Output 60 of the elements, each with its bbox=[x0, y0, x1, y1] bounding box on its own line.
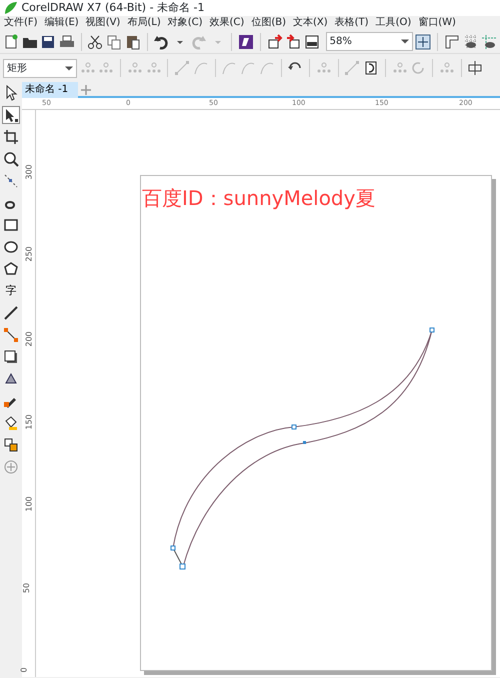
ruler-label: 150 bbox=[26, 414, 34, 430]
menu-item[interactable]: 对象(C) bbox=[164, 16, 206, 30]
chevron-icon bbox=[400, 39, 409, 44]
menu-item[interactable]: 位图(B) bbox=[247, 16, 289, 30]
curve-node-icon[interactable] bbox=[258, 60, 275, 76]
app-launcher-icon[interactable] bbox=[238, 34, 254, 50]
curve-node-icon[interactable] bbox=[192, 60, 209, 76]
canvas-text: 百度ID：sunnyMelody夏 bbox=[142, 186, 376, 210]
fill-icon[interactable] bbox=[3, 415, 19, 431]
window-title: CorelDRAW X7 (64-Bit) - 未命名 -1 bbox=[22, 0, 205, 16]
object-type-dropdown[interactable]: 矩形 bbox=[2, 58, 77, 78]
connector-icon[interactable] bbox=[3, 327, 19, 343]
align-nodes-icon[interactable] bbox=[467, 60, 484, 76]
app-icon bbox=[2, 0, 19, 16]
guidelines-icon[interactable] bbox=[481, 34, 498, 50]
save-icon[interactable] bbox=[40, 34, 56, 50]
menu-item[interactable]: 布局(L) bbox=[123, 16, 164, 30]
ruler-label: 100 bbox=[26, 496, 34, 512]
ruler-label: 0 bbox=[20, 667, 29, 673]
ruler-label: 300 bbox=[26, 164, 34, 180]
grid-icon[interactable] bbox=[462, 34, 479, 50]
drop-shadow-icon[interactable] bbox=[3, 349, 19, 365]
ruler-label: 50 bbox=[23, 582, 32, 594]
shape-tool-icon[interactable] bbox=[3, 107, 19, 123]
smart-fill-icon[interactable] bbox=[3, 437, 19, 453]
text-tool[interactable]: 字 bbox=[2, 282, 20, 300]
menu-item[interactable]: 效果(C) bbox=[206, 16, 248, 30]
menu-item[interactable]: 文件(F) bbox=[0, 16, 41, 30]
chevron-icon bbox=[64, 66, 73, 70]
line-node-icon[interactable] bbox=[344, 60, 360, 76]
export-icon[interactable] bbox=[285, 34, 302, 50]
ruler-label: 200 bbox=[26, 331, 34, 347]
ruler-label: 250 bbox=[26, 246, 34, 262]
menu-item[interactable]: 工具(O) bbox=[372, 16, 414, 30]
zoom-dropdown[interactable]: 58% bbox=[326, 32, 413, 51]
freehand-icon[interactable] bbox=[3, 173, 19, 189]
copy-icon[interactable] bbox=[106, 34, 122, 50]
menu-item[interactable]: 表格(T) bbox=[330, 16, 372, 30]
rectangle-icon[interactable] bbox=[3, 217, 19, 233]
document-tab[interactable]: 未命名 -1 bbox=[22, 82, 78, 98]
import-icon[interactable] bbox=[266, 34, 283, 50]
zoom-icon[interactable] bbox=[3, 151, 19, 167]
scissors-icon[interactable] bbox=[87, 34, 104, 50]
menu-item[interactable]: 编辑(E) bbox=[40, 16, 82, 30]
polygon-icon[interactable] bbox=[3, 261, 19, 277]
curve-node-icon[interactable] bbox=[240, 60, 256, 76]
ellipse-icon[interactable] bbox=[3, 239, 19, 255]
undo-icon[interactable] bbox=[153, 34, 170, 50]
crop-icon[interactable] bbox=[3, 129, 19, 145]
printer-icon[interactable] bbox=[59, 34, 75, 50]
curve-node-icon[interactable] bbox=[221, 60, 238, 76]
close-curve-icon[interactable] bbox=[363, 60, 379, 76]
menu-item[interactable]: 文本(X) bbox=[288, 16, 331, 30]
line-node-icon[interactable] bbox=[174, 60, 190, 76]
paste-icon[interactable] bbox=[124, 34, 141, 50]
new-document-icon[interactable] bbox=[2, 34, 19, 50]
fullscreen-icon[interactable] bbox=[415, 34, 432, 50]
ruler-icon[interactable] bbox=[444, 34, 460, 50]
menu-item[interactable]: 视图(V) bbox=[82, 16, 124, 30]
menu-item[interactable]: 窗口(W) bbox=[414, 16, 459, 30]
